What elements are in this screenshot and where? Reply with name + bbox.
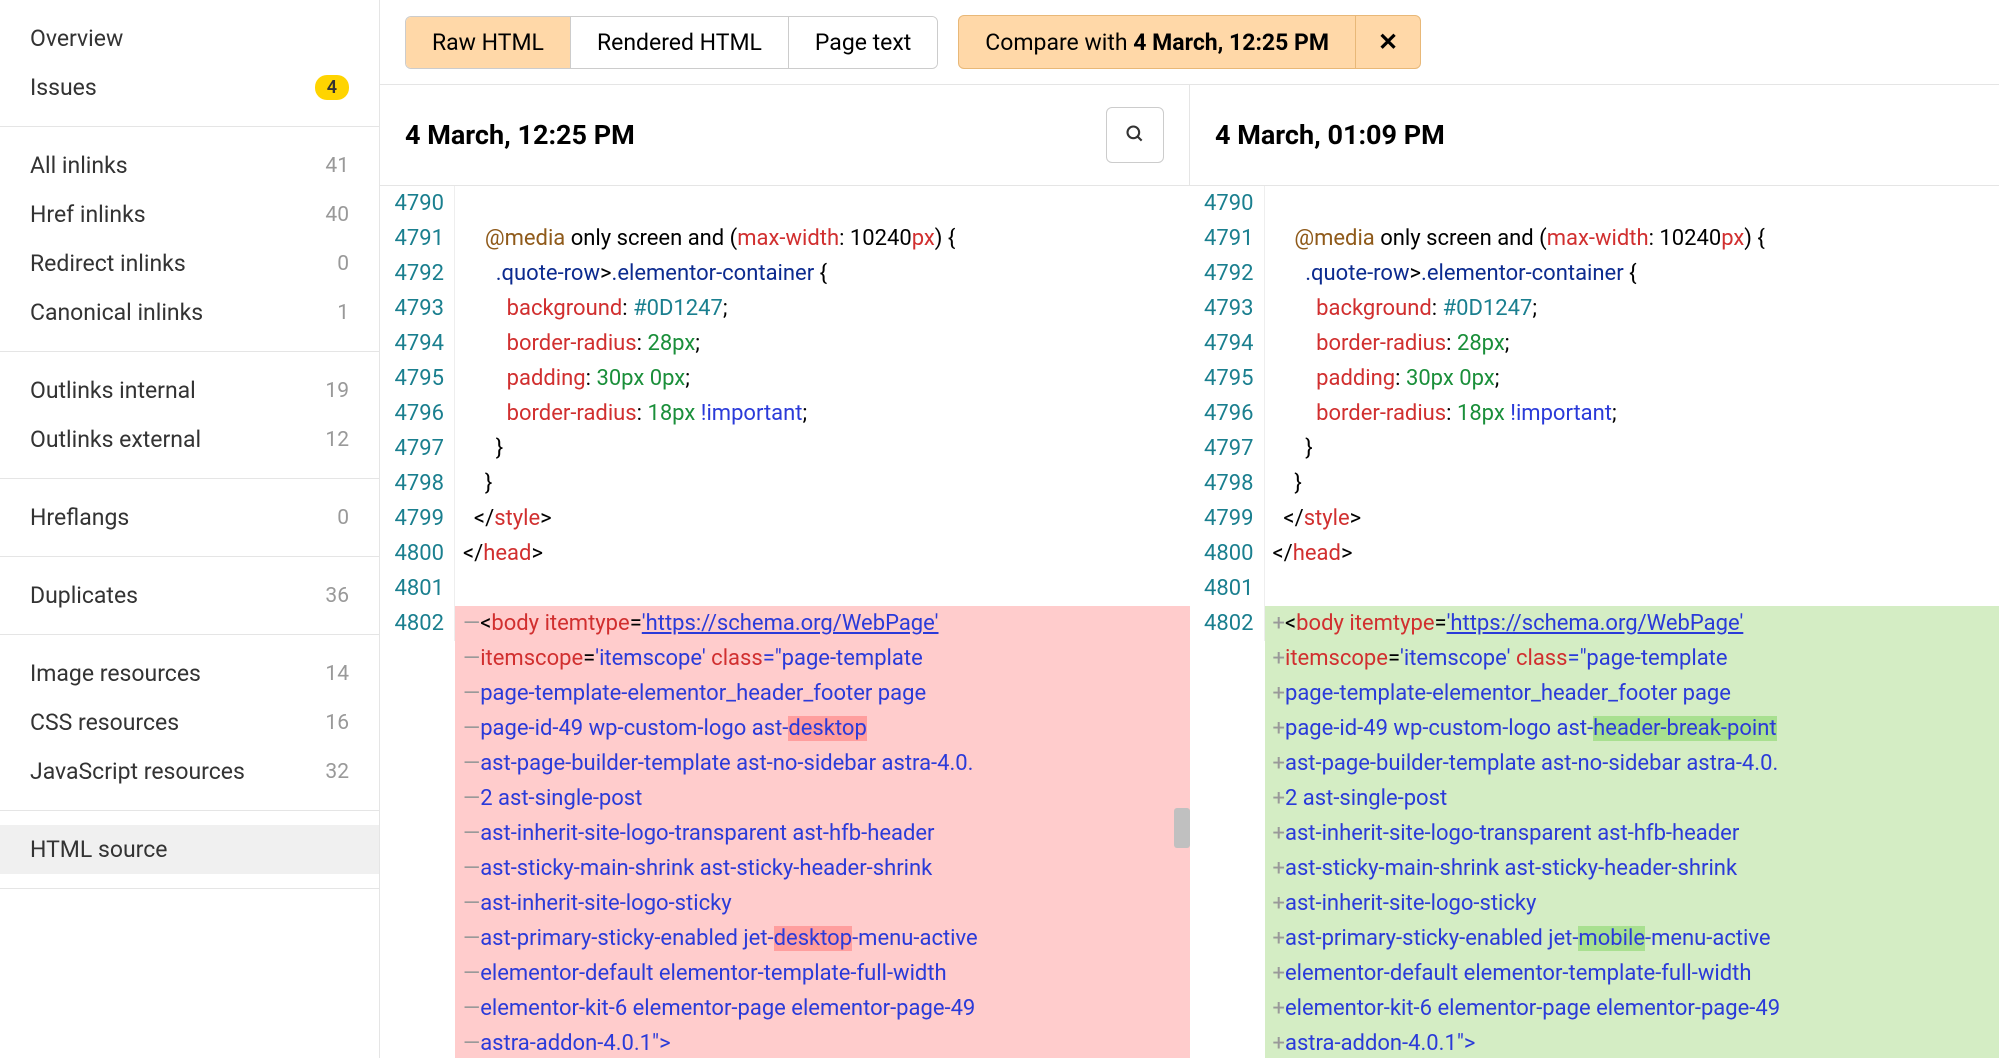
sidebar-item-count: 0 [337, 252, 349, 276]
sidebar-item-count: 14 [325, 662, 349, 686]
right-timestamp: 4 March, 01:09 PM [1215, 119, 1445, 151]
sidebar-item-label: Outlinks internal [30, 377, 196, 404]
sidebar-item-count: 32 [325, 760, 349, 784]
tab-raw-html[interactable]: Raw HTML [406, 17, 571, 68]
main-content: Raw HTML Rendered HTML Page text Compare… [380, 0, 1999, 1058]
view-tabs: Raw HTML Rendered HTML Page text [405, 16, 938, 69]
sidebar-item-label: Issues [30, 74, 97, 101]
sidebar-item-overview[interactable]: Overview [0, 14, 379, 63]
scrollbar-thumb[interactable] [1174, 808, 1190, 848]
sidebar-item-label: Duplicates [30, 582, 138, 609]
sidebar-item-count: 19 [325, 379, 349, 403]
sidebar-item-href-inlinks[interactable]: Href inlinks 40 [0, 190, 379, 239]
toolbar: Raw HTML Rendered HTML Page text Compare… [380, 0, 1999, 84]
sidebar-item-label: All inlinks [30, 152, 128, 179]
sidebar-item-label: CSS resources [30, 709, 179, 736]
left-code-pane[interactable]: 4790479147924793479447954796479747984799… [380, 186, 1190, 1058]
compare-pill: Compare with 4 March, 12:25 PM ✕ [958, 15, 1421, 69]
compare-label[interactable]: Compare with 4 March, 12:25 PM [959, 17, 1355, 68]
right-code: @media only screen and (max-width: 10240… [1265, 186, 1999, 1058]
sidebar-item-outlinks-internal[interactable]: Outlinks internal 19 [0, 366, 379, 415]
sidebar-item-count: 16 [325, 711, 349, 735]
compare-close-button[interactable]: ✕ [1355, 16, 1420, 68]
diff-viewer: 4790479147924793479447954796479747984799… [380, 186, 1999, 1058]
sidebar-item-count: 41 [325, 154, 349, 178]
sidebar-item-count: 12 [325, 428, 349, 452]
sidebar-item-outlinks-external[interactable]: Outlinks external 12 [0, 415, 379, 464]
close-icon: ✕ [1378, 28, 1398, 56]
sidebar-item-label: Overview [30, 25, 123, 52]
sidebar-item-label: HTML source [30, 836, 167, 863]
sidebar-item-hreflangs[interactable]: Hreflangs 0 [0, 493, 379, 542]
search-button[interactable] [1106, 107, 1164, 163]
sidebar-item-label: Redirect inlinks [30, 250, 186, 277]
sidebar: Overview Issues 4 All inlinks 41 Href inlinks… [0, 0, 380, 1058]
search-icon [1125, 124, 1145, 144]
right-pane-header: 4 March, 01:09 PM [1189, 84, 1999, 186]
tab-page-text[interactable]: Page text [789, 17, 937, 68]
sidebar-item-css-resources[interactable]: CSS resources 16 [0, 698, 379, 747]
left-code: @media only screen and (max-width: 10240… [455, 186, 1190, 1058]
sidebar-item-label: JavaScript resources [30, 758, 245, 785]
sidebar-item-all-inlinks[interactable]: All inlinks 41 [0, 141, 379, 190]
sidebar-item-label: Canonical inlinks [30, 299, 203, 326]
sidebar-item-count: 36 [325, 584, 349, 608]
diff-headers: 4 March, 12:25 PM 4 March, 01:09 PM [380, 84, 1999, 186]
sidebar-item-label: Href inlinks [30, 201, 146, 228]
left-line-numbers: 4790479147924793479447954796479747984799… [380, 186, 455, 641]
sidebar-item-label: Image resources [30, 660, 201, 687]
sidebar-item-count: 1 [337, 301, 349, 325]
sidebar-item-duplicates[interactable]: Duplicates 36 [0, 571, 379, 620]
left-pane-header: 4 March, 12:25 PM [380, 84, 1189, 186]
tab-rendered-html[interactable]: Rendered HTML [571, 17, 789, 68]
sidebar-item-label: Hreflangs [30, 504, 129, 531]
sidebar-item-html-source[interactable]: HTML source [0, 825, 379, 874]
sidebar-item-javascript-resources[interactable]: JavaScript resources 32 [0, 747, 379, 796]
sidebar-item-redirect-inlinks[interactable]: Redirect inlinks 0 [0, 239, 379, 288]
right-code-pane[interactable]: 4790479147924793479447954796479747984799… [1190, 186, 1999, 1058]
sidebar-item-image-resources[interactable]: Image resources 14 [0, 649, 379, 698]
sidebar-item-count: 40 [325, 203, 349, 227]
left-timestamp: 4 March, 12:25 PM [405, 119, 635, 151]
sidebar-item-issues[interactable]: Issues 4 [0, 63, 379, 112]
right-line-numbers: 4790479147924793479447954796479747984799… [1190, 186, 1265, 641]
issues-badge: 4 [315, 75, 349, 100]
sidebar-item-label: Outlinks external [30, 426, 201, 453]
sidebar-item-canonical-inlinks[interactable]: Canonical inlinks 1 [0, 288, 379, 337]
sidebar-item-count: 0 [337, 506, 349, 530]
